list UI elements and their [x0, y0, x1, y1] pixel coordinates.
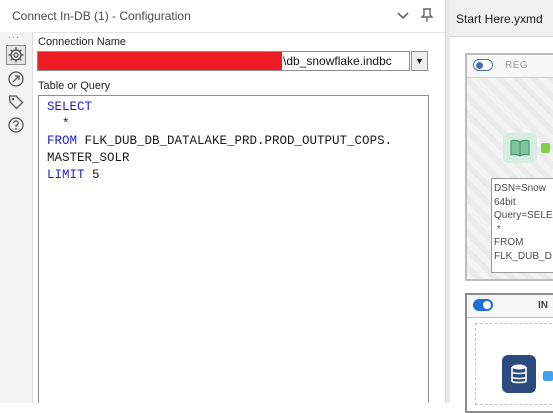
panel-header: Connect In-DB (1) - Configuration: [0, 0, 445, 33]
query-line: SELECT: [47, 100, 93, 114]
query-line: *: [47, 117, 70, 131]
output-anchor[interactable]: [541, 143, 550, 153]
redacted-region: [38, 52, 282, 70]
workflow-canvas[interactable]: REG DSN=Snow 64bit Query=SELE * FROM FLK…: [450, 37, 553, 413]
container-title: IN: [538, 300, 548, 311]
tool-annotation: DSN=Snow 64bit Query=SELE * FROM FLK_DUB…: [491, 178, 553, 273]
workflow-tab-bar: Start Here.yxmd: [450, 0, 553, 37]
container-toggle[interactable]: [473, 299, 493, 311]
tool-container-enabled[interactable]: IN: [465, 293, 553, 413]
query-line: FROM FLK_DUB_DB_DATALAKE_PRD.PROD_OUTPUT…: [47, 134, 393, 148]
container-title: REG: [505, 60, 529, 71]
book-icon[interactable]: [503, 133, 537, 163]
container-header: IN: [467, 295, 553, 318]
help-icon[interactable]: [7, 116, 25, 134]
pin-icon[interactable]: [418, 6, 436, 24]
query-line: LIMIT 5: [47, 168, 100, 182]
gear-icon[interactable]: [6, 45, 26, 65]
container-header: REG: [467, 55, 553, 78]
connection-name-input[interactable]: \db_snowflake.indbc: [37, 51, 410, 71]
left-icon-rail: ...: [0, 29, 33, 403]
connection-name-value: \db_snowflake.indbc: [283, 54, 392, 68]
query-line: MASTER_SOLR: [47, 151, 130, 165]
tag-icon[interactable]: [7, 93, 25, 111]
output-anchor[interactable]: [543, 371, 553, 381]
rail-dots: ...: [8, 29, 21, 41]
container-toggle[interactable]: [473, 59, 493, 71]
tool-container-disabled[interactable]: REG DSN=Snow 64bit Query=SELE * FROM FLK…: [465, 53, 553, 281]
chevron-down-icon[interactable]: [394, 6, 412, 24]
configuration-panel: Connect In-DB (1) - Configuration ... Co…: [0, 0, 445, 403]
table-or-query-label: Table or Query: [38, 80, 111, 92]
connection-dropdown-button[interactable]: ▼: [411, 51, 428, 71]
connection-icon[interactable]: [7, 70, 25, 88]
tab-start-here[interactable]: Start Here.yxmd: [456, 12, 543, 26]
query-editor[interactable]: SELECT * FROM FLK_DUB_DB_DATALAKE_PRD.PR…: [38, 95, 429, 403]
connection-name-label: Connection Name: [38, 36, 127, 48]
database-icon[interactable]: [502, 355, 536, 393]
panel-title: Connect In-DB (1) - Configuration: [12, 9, 191, 23]
